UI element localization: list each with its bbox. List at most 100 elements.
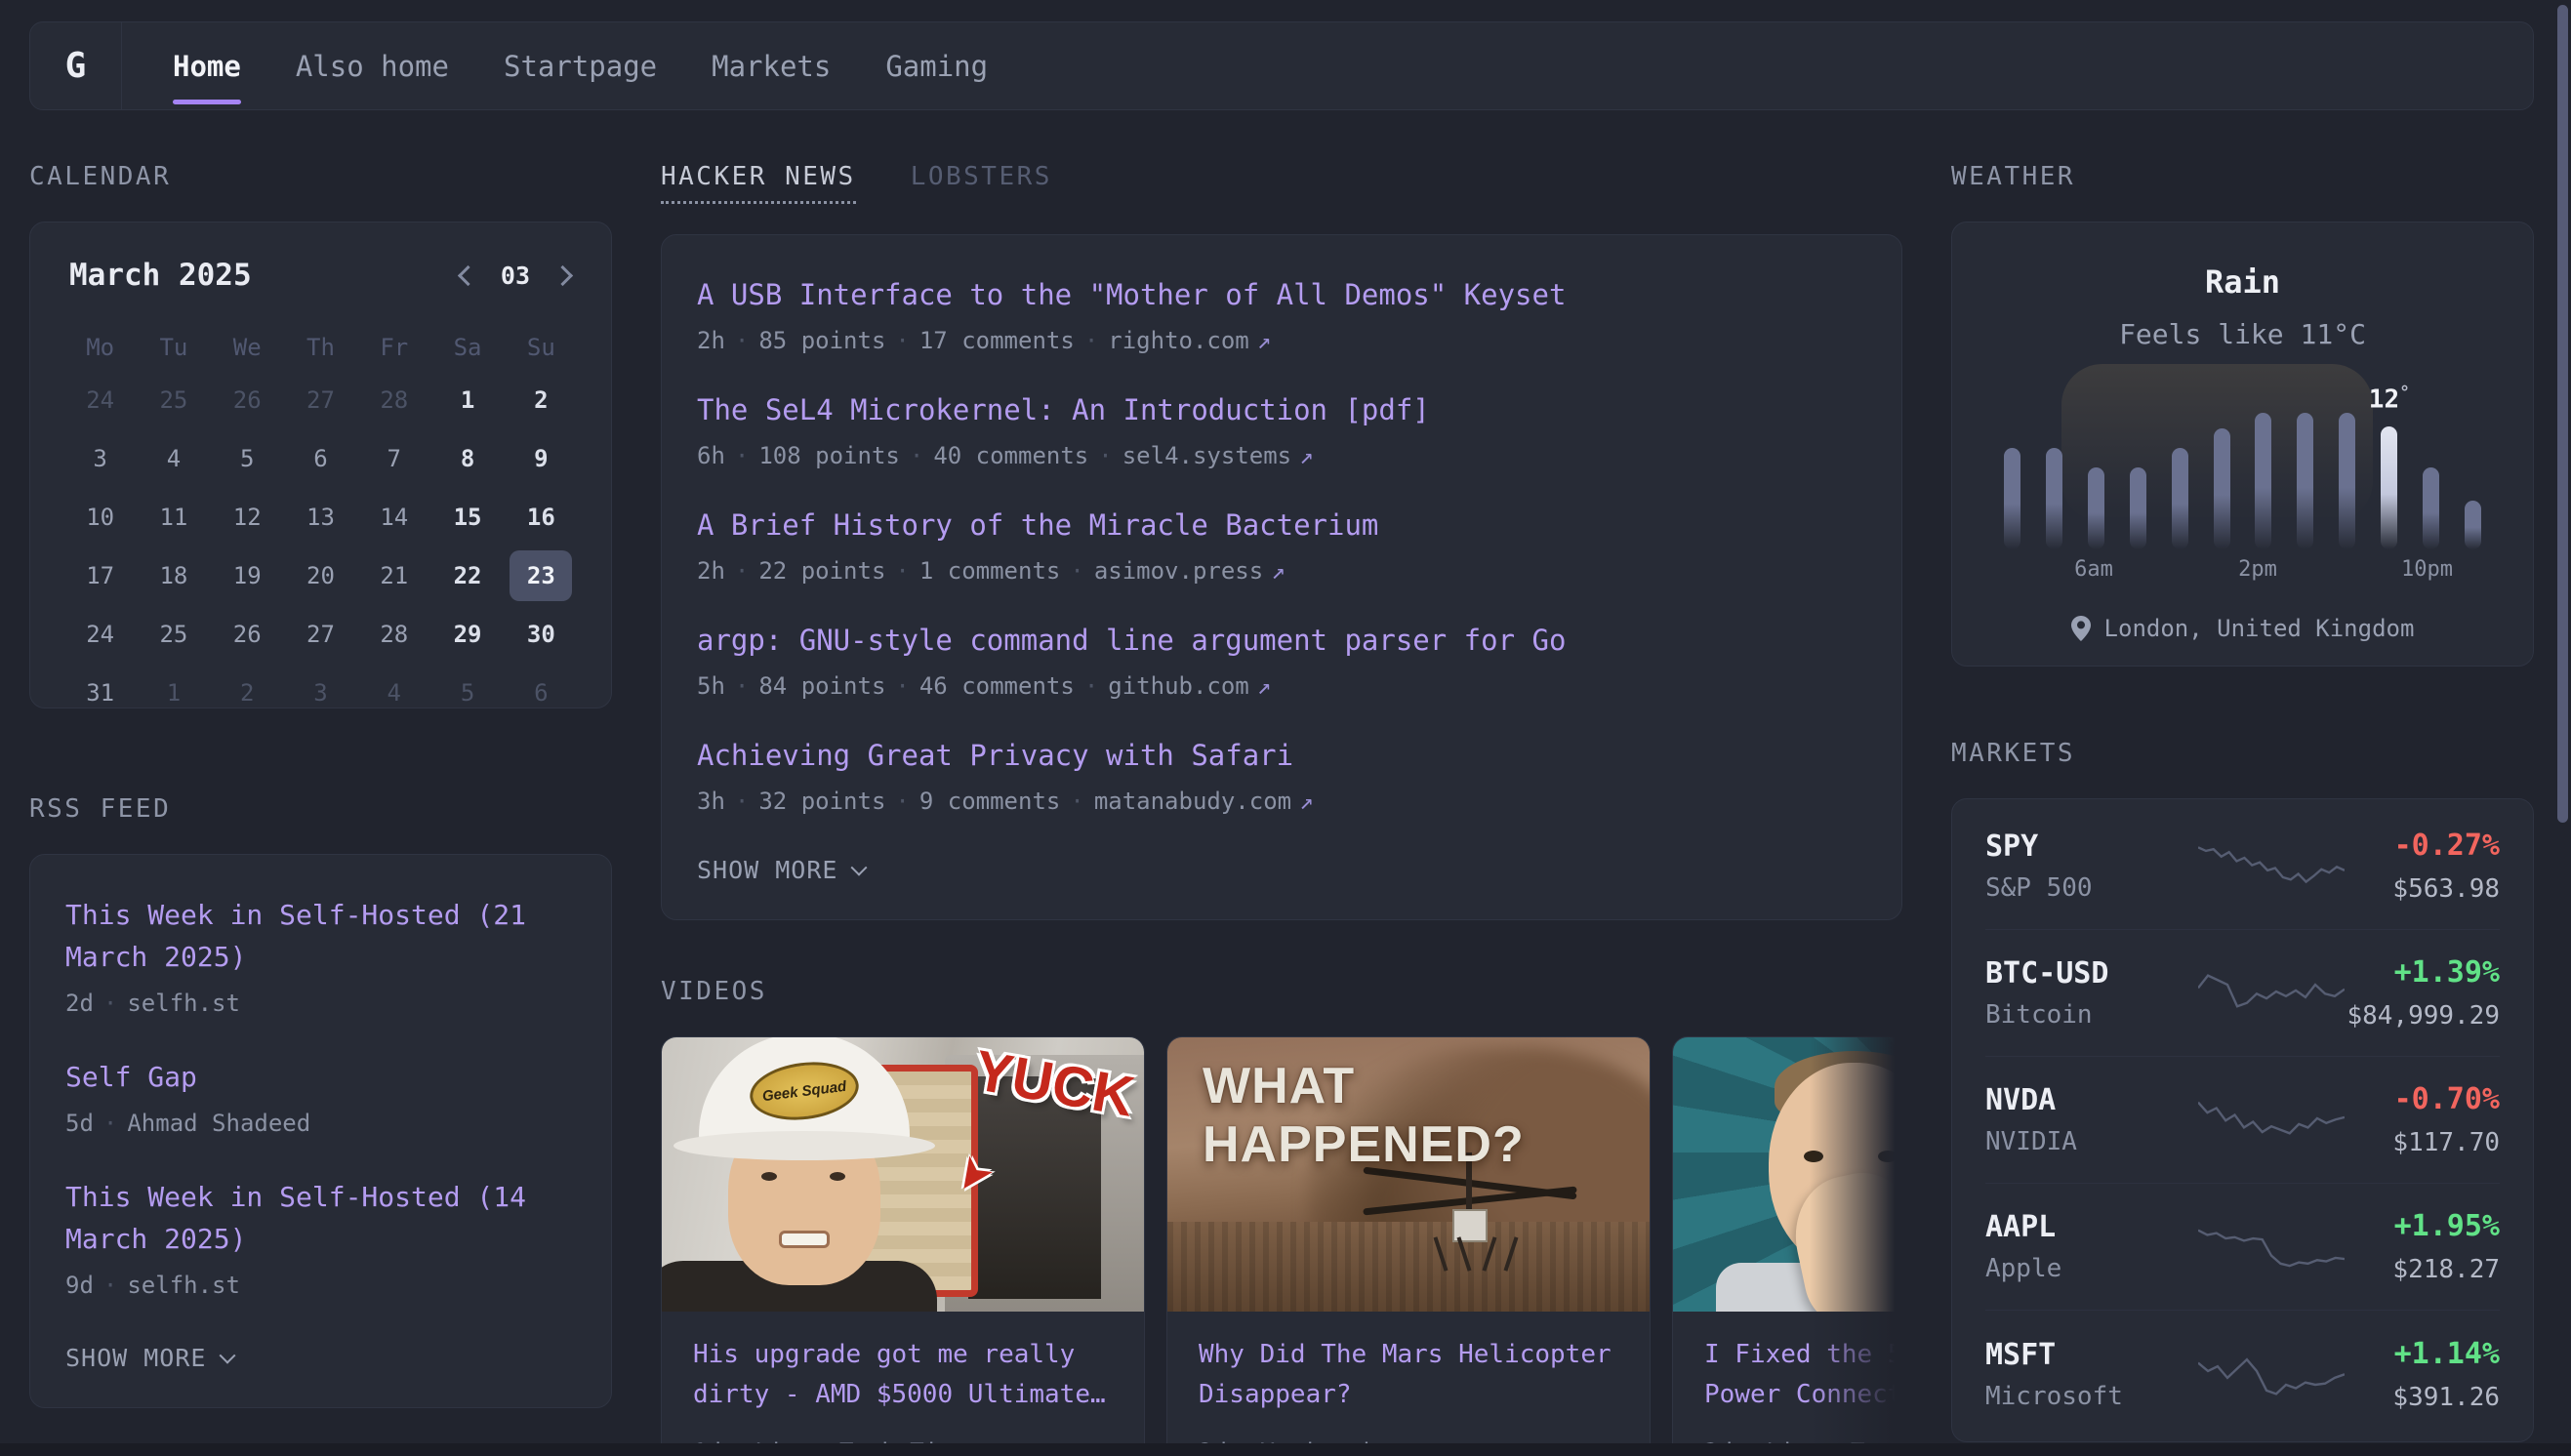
news-item-title[interactable]: The SeL4 Microkernel: An Introduction [p… bbox=[697, 393, 1866, 426]
calendar-day[interactable]: 24 bbox=[63, 605, 137, 664]
market-row-nvda[interactable]: NVDANVIDIA-0.70%$117.70 bbox=[1985, 1057, 2500, 1184]
calendar-day[interactable]: 31 bbox=[63, 664, 137, 722]
news-item-domain-link[interactable]: asimov.press↗ bbox=[1094, 557, 1286, 585]
calendar-day[interactable]: 3 bbox=[284, 664, 357, 722]
calendar-day[interactable]: 26 bbox=[211, 371, 284, 429]
video-title-line[interactable]: I Fixed the 5 bbox=[1704, 1335, 1902, 1375]
market-ticker[interactable]: SPY bbox=[1985, 829, 2198, 864]
calendar-day[interactable]: 5 bbox=[211, 429, 284, 488]
calendar-day[interactable]: 17 bbox=[63, 546, 137, 605]
news-item[interactable]: argp: GNU-style command line argument pa… bbox=[697, 624, 1866, 700]
calendar-day[interactable]: 6 bbox=[505, 664, 578, 722]
video-thumbnail[interactable]: Geek SquadYUCK➤ bbox=[662, 1037, 1144, 1312]
calendar-day[interactable]: 2 bbox=[211, 664, 284, 722]
video-title-line[interactable]: Disappear? bbox=[1199, 1375, 1618, 1415]
calendar-day[interactable]: 3 bbox=[63, 429, 137, 488]
news-item[interactable]: The SeL4 Microkernel: An Introduction [p… bbox=[697, 393, 1866, 469]
nav-tab-home[interactable]: Home bbox=[173, 22, 241, 109]
calendar-day[interactable]: 4 bbox=[137, 429, 210, 488]
calendar-day[interactable]: 27 bbox=[284, 371, 357, 429]
calendar-day[interactable]: 2 bbox=[505, 371, 578, 429]
calendar-day[interactable]: 26 bbox=[211, 605, 284, 664]
rss-item[interactable]: This Week in Self-Hosted (21 March 2025)… bbox=[65, 894, 576, 1017]
calendar-day[interactable]: 10 bbox=[63, 488, 137, 546]
nav-tab-gaming[interactable]: Gaming bbox=[885, 22, 988, 109]
rss-item-title[interactable]: Self Gap bbox=[65, 1056, 576, 1098]
calendar-day[interactable]: 22 bbox=[430, 546, 504, 605]
calendar-day[interactable]: 18 bbox=[137, 546, 210, 605]
calendar-day[interactable]: 1 bbox=[430, 371, 504, 429]
market-ticker[interactable]: MSFT bbox=[1985, 1338, 2198, 1372]
video-thumbnail[interactable]: DOTHT bbox=[1673, 1037, 1902, 1312]
calendar-day[interactable]: 9 bbox=[505, 429, 578, 488]
rss-item[interactable]: This Week in Self-Hosted (14 March 2025)… bbox=[65, 1176, 576, 1299]
video-title-line[interactable]: His upgrade got me really bbox=[693, 1335, 1113, 1375]
market-ticker[interactable]: NVDA bbox=[1985, 1083, 2198, 1117]
calendar-day[interactable]: 28 bbox=[357, 371, 430, 429]
news-item-domain-link[interactable]: github.com↗ bbox=[1108, 672, 1271, 700]
calendar-day[interactable]: 15 bbox=[430, 488, 504, 546]
calendar-day[interactable]: 30 bbox=[505, 605, 578, 664]
calendar-day[interactable]: 13 bbox=[284, 488, 357, 546]
calendar-day[interactable]: 5 bbox=[430, 664, 504, 722]
calendar-next-icon[interactable] bbox=[552, 264, 573, 285]
calendar-day[interactable]: 4 bbox=[357, 664, 430, 722]
market-row-btc-usd[interactable]: BTC-USDBitcoin+1.39%$84,999.29 bbox=[1985, 930, 2500, 1057]
news-item[interactable]: Achieving Great Privacy with Safari 3h·32… bbox=[697, 739, 1866, 815]
calendar-day[interactable]: 27 bbox=[284, 605, 357, 664]
news-item-title[interactable]: argp: GNU-style command line argument pa… bbox=[697, 624, 1866, 657]
video-title-line[interactable]: dirty - AMD $5000 Ultimate… bbox=[693, 1375, 1113, 1415]
news-item-age: 5h bbox=[697, 672, 725, 700]
calendar-day[interactable]: 28 bbox=[357, 605, 430, 664]
market-ticker[interactable]: BTC-USD bbox=[1985, 956, 2198, 991]
calendar-day[interactable]: 14 bbox=[357, 488, 430, 546]
rss-item-title[interactable]: This Week in Self-Hosted (21 March 2025) bbox=[65, 894, 576, 978]
market-row-msft[interactable]: MSFTMicrosoft+1.14%$391.26 bbox=[1985, 1311, 2500, 1437]
news-item[interactable]: A USB Interface to the "Mother of All De… bbox=[697, 278, 1866, 354]
video-thumbnail[interactable]: WHAT HAPPENED? bbox=[1167, 1037, 1650, 1312]
app-logo[interactable]: G bbox=[30, 22, 122, 109]
calendar-day[interactable]: 21 bbox=[357, 546, 430, 605]
rss-show-more-button[interactable]: SHOW MORE bbox=[65, 1344, 576, 1372]
news-item-title[interactable]: Achieving Great Privacy with Safari bbox=[697, 739, 1866, 772]
calendar-day[interactable]: 29 bbox=[430, 605, 504, 664]
market-row-spy[interactable]: SPYS&P 500-0.27%$563.98 bbox=[1985, 803, 2500, 930]
nav-tab-also-home[interactable]: Also home bbox=[296, 22, 449, 109]
video-card[interactable]: WHAT HAPPENED? Why Did The Mars Helicopte… bbox=[1166, 1036, 1651, 1456]
calendar-day[interactable]: 19 bbox=[211, 546, 284, 605]
video-title-line[interactable]: Power Connect bbox=[1704, 1375, 1902, 1415]
tab-lobsters[interactable]: LOBSTERS bbox=[911, 162, 1052, 204]
page-scrollbar[interactable] bbox=[2557, 5, 2568, 823]
calendar-day[interactable]: 20 bbox=[284, 546, 357, 605]
news-item-title[interactable]: A USB Interface to the "Mother of All De… bbox=[697, 278, 1866, 311]
calendar-day[interactable]: 6 bbox=[284, 429, 357, 488]
rss-item-title[interactable]: This Week in Self-Hosted (14 March 2025) bbox=[65, 1176, 576, 1260]
news-item-meta: 3h·32 points·9 comments·matanabudy.com↗ bbox=[697, 788, 1866, 815]
video-card[interactable]: Geek SquadYUCK➤ His upgrade got me really… bbox=[661, 1036, 1145, 1456]
calendar-day[interactable]: 8 bbox=[430, 429, 504, 488]
news-item-title[interactable]: A Brief History of the Miracle Bacterium bbox=[697, 508, 1866, 542]
calendar-day-selected[interactable]: 23 bbox=[505, 546, 578, 605]
news-show-more-button[interactable]: SHOW MORE bbox=[697, 856, 1866, 884]
calendar-day[interactable]: 11 bbox=[137, 488, 210, 546]
news-item-domain-link[interactable]: righto.com↗ bbox=[1108, 327, 1271, 354]
calendar-day[interactable]: 25 bbox=[137, 605, 210, 664]
market-row-aapl[interactable]: AAPLApple+1.95%$218.27 bbox=[1985, 1184, 2500, 1311]
tab-hacker-news[interactable]: HACKER NEWS bbox=[661, 162, 856, 204]
nav-tab-markets[interactable]: Markets bbox=[712, 22, 831, 109]
news-item-domain-link[interactable]: matanabudy.com↗ bbox=[1094, 788, 1314, 815]
news-item[interactable]: A Brief History of the Miracle Bacterium… bbox=[697, 508, 1866, 585]
nav-tab-startpage[interactable]: Startpage bbox=[504, 22, 657, 109]
calendar-day[interactable]: 12 bbox=[211, 488, 284, 546]
video-title-line[interactable]: Why Did The Mars Helicopter bbox=[1199, 1335, 1618, 1375]
calendar-prev-icon[interactable] bbox=[458, 264, 478, 285]
calendar-day[interactable]: 25 bbox=[137, 371, 210, 429]
news-item-domain-link[interactable]: sel4.systems↗ bbox=[1122, 442, 1314, 469]
calendar-day[interactable]: 1 bbox=[137, 664, 210, 722]
calendar-day[interactable]: 24 bbox=[63, 371, 137, 429]
video-card[interactable]: DOTHTI Fixed the 5Power Connect3d·Linus … bbox=[1672, 1036, 1902, 1456]
market-ticker[interactable]: AAPL bbox=[1985, 1210, 2198, 1244]
rss-item[interactable]: Self Gap5d·Ahmad Shadeed bbox=[65, 1056, 576, 1137]
calendar-day[interactable]: 16 bbox=[505, 488, 578, 546]
calendar-day[interactable]: 7 bbox=[357, 429, 430, 488]
